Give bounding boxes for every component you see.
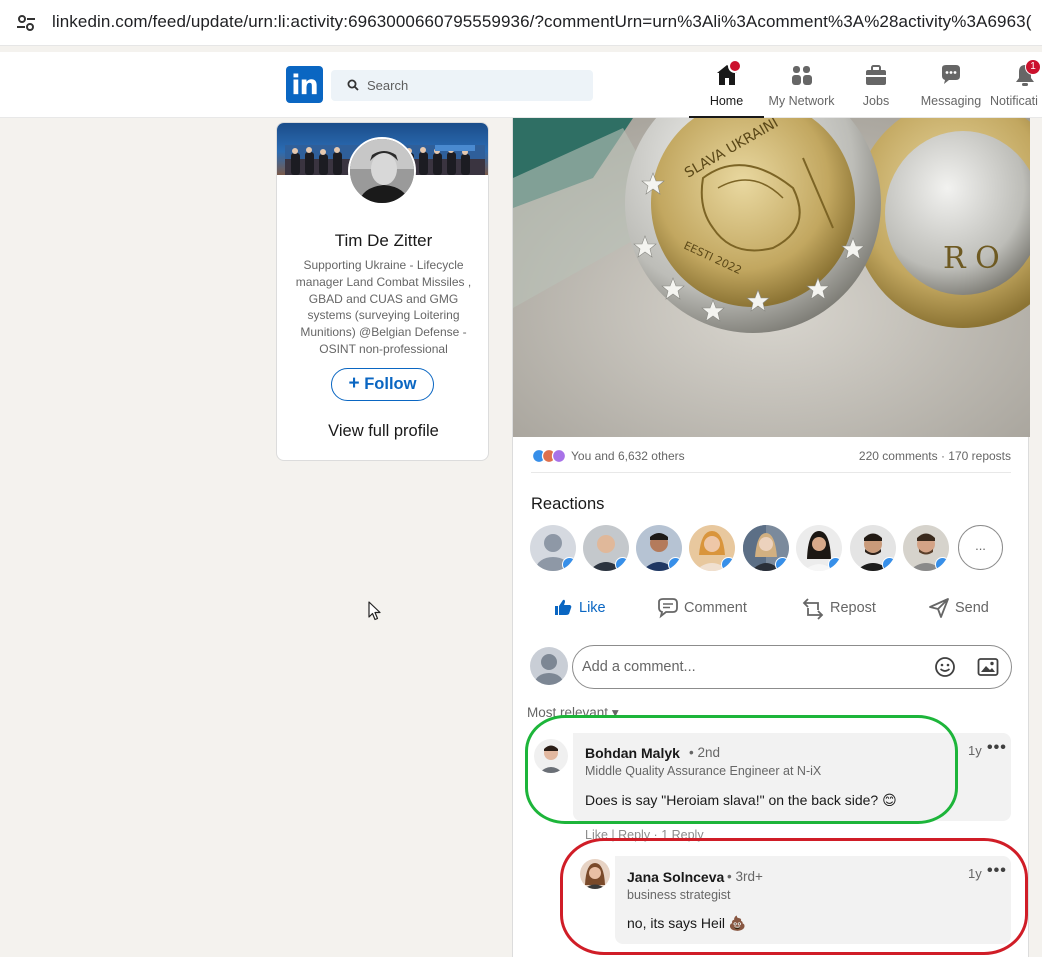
reactor-avatar[interactable] — [530, 525, 576, 571]
nav-notifications[interactable]: 1 Notificati — [990, 59, 1042, 118]
comment-text: Does is say "Heroiam slava!" on the back… — [585, 792, 897, 808]
sort-comments-dropdown[interactable]: Most relevant ▾ — [527, 705, 619, 721]
like-badge-icon — [562, 557, 576, 571]
repost-label: Repost — [830, 600, 876, 616]
emoji-icon[interactable] — [934, 656, 956, 678]
commenter-headline: business strategist — [627, 888, 731, 902]
network-icon — [789, 62, 815, 88]
send-button[interactable]: Send — [928, 595, 998, 625]
comments-reposts-count[interactable]: 220 comments · 170 reposts — [859, 449, 1011, 463]
comment-jana: Jana Solnceva • 3rd+ business strategist… — [615, 856, 1011, 944]
comment-text: no, its says Heil 💩 — [627, 915, 747, 931]
briefcase-icon — [863, 62, 889, 88]
nav-messaging-label: Messaging — [920, 94, 982, 108]
commenter-headline: Middle Quality Assurance Engineer at N-i… — [585, 764, 822, 778]
stats-divider — [531, 472, 1011, 473]
plus-icon: + — [348, 373, 360, 394]
sort-label: Most relevant — [527, 705, 609, 720]
nav-home-label: Home — [709, 94, 744, 108]
author-avatar[interactable] — [348, 137, 416, 205]
like-button[interactable]: Like — [553, 595, 623, 625]
view-full-profile-link[interactable]: View full profile — [277, 422, 488, 441]
like-label: Like — [579, 600, 606, 616]
comment-more-options-icon[interactable]: ••• — [987, 739, 1007, 757]
nav-notifications-label: Notificati — [990, 94, 1038, 108]
home-badge-dot — [727, 59, 742, 73]
repost-button[interactable]: Repost — [802, 595, 892, 625]
commenter-name[interactable]: Bohdan Malyk — [585, 745, 680, 761]
reactor-avatar[interactable] — [583, 525, 629, 571]
image-icon[interactable] — [977, 657, 999, 677]
reactor-avatar[interactable] — [796, 525, 842, 571]
repost-icon — [802, 598, 824, 620]
mouse-cursor-icon — [368, 601, 381, 621]
search-icon — [347, 79, 359, 91]
linkedin-top-nav: in Home My Network — [0, 52, 1042, 118]
nav-jobs[interactable]: Jobs — [851, 62, 901, 118]
follow-label: Follow — [364, 375, 417, 393]
commenter-avatar[interactable] — [580, 859, 610, 889]
svg-text:R O: R O — [943, 241, 1000, 276]
connection-degree: • 2nd — [689, 745, 721, 760]
author-profile-card: Tim De Zitter Supporting Ukraine - Lifec… — [276, 122, 489, 461]
nav-my-network[interactable]: My Network — [764, 62, 839, 118]
messaging-icon — [938, 62, 964, 88]
reactions-summary[interactable]: You and 6,632 others — [571, 449, 685, 463]
thumbs-up-icon — [555, 599, 572, 615]
like-badge-icon — [615, 557, 629, 571]
connection-degree: • 3rd+ — [727, 869, 763, 884]
comment-button[interactable]: Comment — [656, 595, 766, 625]
commenter-name[interactable]: Jana Solnceva — [627, 869, 724, 885]
home-icon — [714, 59, 742, 88]
like-badge-icon — [721, 557, 735, 571]
author-headline: Supporting Ukraine - Lifecycle manager L… — [295, 258, 472, 356]
send-icon — [929, 598, 949, 618]
bell-icon: 1 — [1012, 59, 1041, 88]
commenter-avatar[interactable] — [534, 739, 568, 773]
like-badge-icon — [668, 557, 682, 571]
caret-down-icon: ▾ — [611, 705, 619, 720]
like-badge-icon — [828, 557, 842, 571]
author-name[interactable]: Tim De Zitter — [277, 231, 488, 251]
browser-address-bar: linkedin.com/feed/update/urn:li:activity… — [0, 0, 1042, 46]
comment-icon — [658, 598, 678, 619]
reactor-avatar[interactable] — [636, 525, 682, 571]
comment-time: 1y — [968, 866, 982, 881]
search-bar[interactable] — [331, 70, 593, 101]
nav-messaging[interactable]: Messaging — [917, 62, 985, 118]
notification-count-badge: 1 — [1025, 59, 1041, 75]
search-input[interactable] — [367, 70, 587, 101]
nav-my-network-label: My Network — [768, 94, 835, 108]
site-settings-icon[interactable] — [14, 11, 38, 35]
linkedin-logo[interactable]: in — [286, 66, 323, 103]
reactor-avatar[interactable] — [689, 525, 735, 571]
send-label: Send — [955, 600, 989, 616]
like-badge-icon — [935, 557, 949, 571]
comment-bohdan: Bohdan Malyk • 2nd Middle Quality Assura… — [573, 733, 1011, 821]
comment-actions[interactable]: Like | Reply · 1 Reply — [585, 828, 704, 842]
follow-button[interactable]: + Follow — [331, 368, 434, 401]
like-badge-icon — [775, 557, 789, 571]
like-badge-icon — [882, 557, 896, 571]
add-comment-box[interactable] — [572, 645, 1012, 689]
current-user-avatar — [530, 647, 568, 685]
post-image[interactable]: SLAVA UKRAINI EESTI 2022 R O — [513, 118, 1030, 437]
reactions-heading: Reactions — [531, 495, 605, 513]
reactor-avatar[interactable] — [743, 525, 789, 571]
reactor-avatar[interactable] — [903, 525, 949, 571]
reaction-icons[interactable] — [531, 448, 569, 464]
reactor-avatar[interactable] — [850, 525, 896, 571]
nav-jobs-label: Jobs — [862, 94, 890, 108]
post-card: SLAVA UKRAINI EESTI 2022 R O You and 6,6… — [512, 118, 1030, 957]
comment-more-options-icon[interactable]: ••• — [987, 862, 1007, 880]
nav-home[interactable]: Home — [689, 59, 764, 118]
post-stats: You and 6,632 others 220 comments · 170 … — [531, 448, 1011, 466]
more-reactors-button[interactable]: ... — [958, 525, 1003, 570]
url-text[interactable]: linkedin.com/feed/update/urn:li:activity… — [52, 12, 1031, 32]
comment-label: Comment — [684, 600, 747, 616]
comment-time: 1y — [968, 743, 982, 758]
comment-input[interactable] — [582, 646, 922, 688]
